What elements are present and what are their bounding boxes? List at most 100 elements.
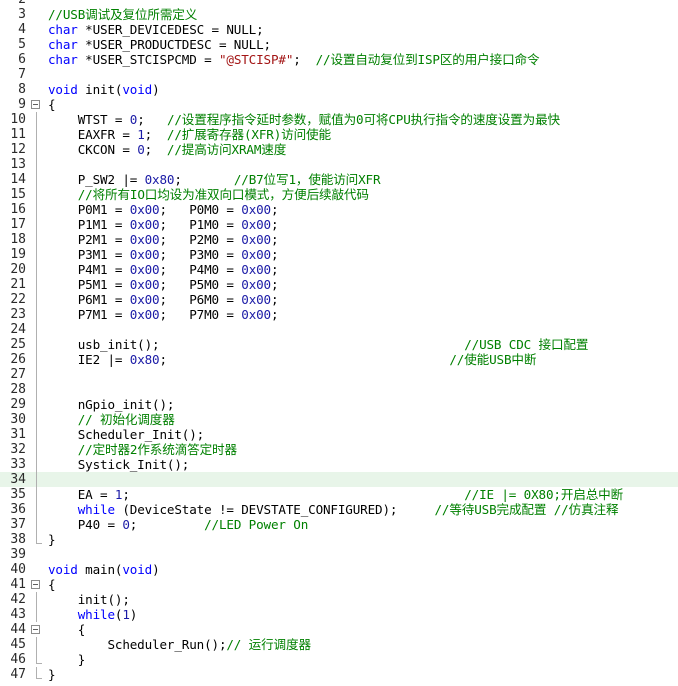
- code-line[interactable]: 15 //将所有IO口均设为准双向口模式，方便后续敲代码: [0, 187, 678, 202]
- code-editor[interactable]: 23 //USB调试及复位所需定义 4 char *USER_DEVICEDESC =…: [0, 0, 678, 686]
- code-line[interactable]: 25 usb_init(); //USB CDC 接口配置: [0, 337, 678, 352]
- code-line[interactable]: 33 Systick_Init();: [0, 457, 678, 472]
- code-line[interactable]: 40 void main(void): [0, 562, 678, 577]
- fold-guide: [30, 442, 42, 457]
- code-text: P7M1 = 0x00; P7M0 = 0x00;: [48, 307, 279, 322]
- code-token: ;: [271, 247, 279, 262]
- code-comment: //设置程序指令延时参数，赋值为0可将CPU执行指令的速度设置为最快: [166, 112, 560, 127]
- code-line[interactable]: 39: [0, 547, 678, 562]
- code-token: *USER_PRODUCTDESC = NULL;: [77, 37, 271, 52]
- code-line[interactable]: 23 P7M1 = 0x00; P7M0 = 0x00;: [0, 307, 678, 322]
- code-line[interactable]: 44 {: [0, 622, 678, 637]
- fold-guide: [30, 172, 42, 187]
- fold-guide: [30, 232, 42, 247]
- code-line[interactable]: 5 char *USER_PRODUCTDESC = NULL;: [0, 37, 678, 52]
- code-line[interactable]: 28: [0, 382, 678, 397]
- code-text: //定时器2作系统滴答定时器: [48, 442, 237, 457]
- code-number: 0x00: [241, 217, 271, 232]
- fold-guide: [30, 157, 42, 172]
- code-line[interactable]: 13: [0, 157, 678, 172]
- fold-end-guide: [30, 532, 42, 547]
- fold-collapse-icon[interactable]: [30, 97, 42, 112]
- fold-guide: [30, 517, 42, 532]
- code-line[interactable]: 38}: [0, 532, 678, 547]
- code-line[interactable]: 32 //定时器2作系统滴答定时器: [0, 442, 678, 457]
- code-line[interactable]: 18 P2M1 = 0x00; P2M0 = 0x00;: [0, 232, 678, 247]
- code-line[interactable]: 26 IE2 |= 0x80; //使能USB中断: [0, 352, 678, 367]
- code-line[interactable]: 14 P_SW2 |= 0x80; //B7位写1，使能访问XFR: [0, 172, 678, 187]
- code-line[interactable]: 41 {: [0, 577, 678, 592]
- code-line[interactable]: 20 P4M1 = 0x00; P4M0 = 0x00;: [0, 262, 678, 277]
- code-line[interactable]: 16 P0M1 = 0x00; P0M0 = 0x00;: [0, 202, 678, 217]
- fold-guide: [30, 382, 42, 397]
- fold-guide: [30, 277, 42, 292]
- code-number: 0x00: [241, 292, 271, 307]
- code-number: 0x80: [129, 352, 160, 367]
- code-line[interactable]: 27: [0, 367, 678, 382]
- code-line[interactable]: 30 // 初始化调度器: [0, 412, 678, 427]
- code-text: {: [48, 97, 56, 112]
- code-line[interactable]: 36 while (DeviceState != DEVSTATE_CONFIG…: [0, 502, 678, 517]
- code-line[interactable]: 34: [0, 472, 678, 487]
- line-number: 25: [10, 337, 26, 352]
- code-line[interactable]: 4 char *USER_DEVICEDESC = NULL;: [0, 22, 678, 37]
- code-line[interactable]: 45 Scheduler_Run();// 运行调度器: [0, 637, 678, 652]
- code-number: 1: [122, 607, 130, 622]
- code-line[interactable]: 2: [0, 0, 678, 7]
- code-text: //将所有IO口均设为准双向口模式，方便后续敲代码: [48, 187, 369, 202]
- code-line[interactable]: 42 init();: [0, 592, 678, 607]
- fold-collapse-icon[interactable]: [30, 622, 42, 637]
- code-token: P40 =: [48, 517, 123, 532]
- code-number: 0x00: [129, 262, 160, 277]
- code-line[interactable]: 46 }: [0, 652, 678, 667]
- code-token: EAXFR =: [48, 127, 138, 142]
- code-line[interactable]: 37 P40 = 0; //LED Power On: [0, 517, 678, 532]
- code-number: 0x00: [129, 307, 160, 322]
- code-token: }: [48, 652, 86, 667]
- code-comment: //定时器2作系统滴答定时器: [77, 442, 237, 457]
- code-line[interactable]: 3 //USB调试及复位所需定义: [0, 7, 678, 22]
- code-line[interactable]: 21 P5M1 = 0x00; P5M0 = 0x00;: [0, 277, 678, 292]
- code-comment: //使能USB中断: [449, 352, 537, 367]
- code-line[interactable]: 24: [0, 322, 678, 337]
- fold-end-guide: [30, 667, 42, 682]
- code-line[interactable]: 7: [0, 67, 678, 82]
- fold-guide: [30, 322, 42, 337]
- code-line[interactable]: 19 P3M1 = 0x00; P3M0 = 0x00;: [0, 247, 678, 262]
- code-token: ;: [159, 352, 450, 367]
- code-token: ; P3M0 =: [159, 247, 242, 262]
- code-line[interactable]: 12 CKCON = 0; //提高访问XRAM速度: [0, 142, 678, 157]
- code-text: EA = 1; //IE |= 0X80;开启总中断: [48, 487, 623, 502]
- code-token: ;: [271, 277, 279, 292]
- code-line[interactable]: 11 EAXFR = 1; //扩展寄存器(XFR)访问使能: [0, 127, 678, 142]
- code-token: EA =: [48, 487, 115, 502]
- fold-guide: [30, 217, 42, 232]
- fold-collapse-icon[interactable]: [30, 577, 42, 592]
- code-line[interactable]: 6 char *USER_STCISPCMD = "@STCISP#"; //设置…: [0, 52, 678, 67]
- fold-guide: [30, 367, 42, 382]
- code-line[interactable]: 9{: [0, 97, 678, 112]
- code-text: void main(void): [48, 562, 160, 577]
- code-line[interactable]: 29 nGpio_init();: [0, 397, 678, 412]
- code-line[interactable]: 17 P1M1 = 0x00; P1M0 = 0x00;: [0, 217, 678, 232]
- fold-guide: [30, 247, 42, 262]
- code-line[interactable]: 22 P6M1 = 0x00; P6M0 = 0x00;: [0, 292, 678, 307]
- code-line[interactable]: 31 Scheduler_Init();: [0, 427, 678, 442]
- code-line[interactable]: 35 EA = 1; //IE |= 0X80;开启总中断: [0, 487, 678, 502]
- code-token: P2M1 =: [48, 232, 130, 247]
- code-line[interactable]: 43 while(1): [0, 607, 678, 622]
- code-token: Scheduler_Run();: [48, 637, 227, 652]
- code-text: Systick_Init();: [48, 457, 190, 472]
- code-line[interactable]: 10 WTST = 0; //设置程序指令延时参数，赋值为0可将CPU执行指令的…: [0, 112, 678, 127]
- line-number: 37: [10, 517, 26, 532]
- code-line[interactable]: 47}: [0, 667, 678, 682]
- code-token: ;: [271, 232, 279, 247]
- line-number: 28: [10, 382, 26, 397]
- code-comment: //IE |= 0X80;开启总中断: [464, 487, 624, 502]
- code-token: Systick_Init();: [48, 457, 190, 472]
- line-number: 43: [10, 607, 26, 622]
- code-token: ): [152, 562, 160, 577]
- code-line[interactable]: 8 void init(void): [0, 82, 678, 97]
- fold-guide: [30, 607, 42, 622]
